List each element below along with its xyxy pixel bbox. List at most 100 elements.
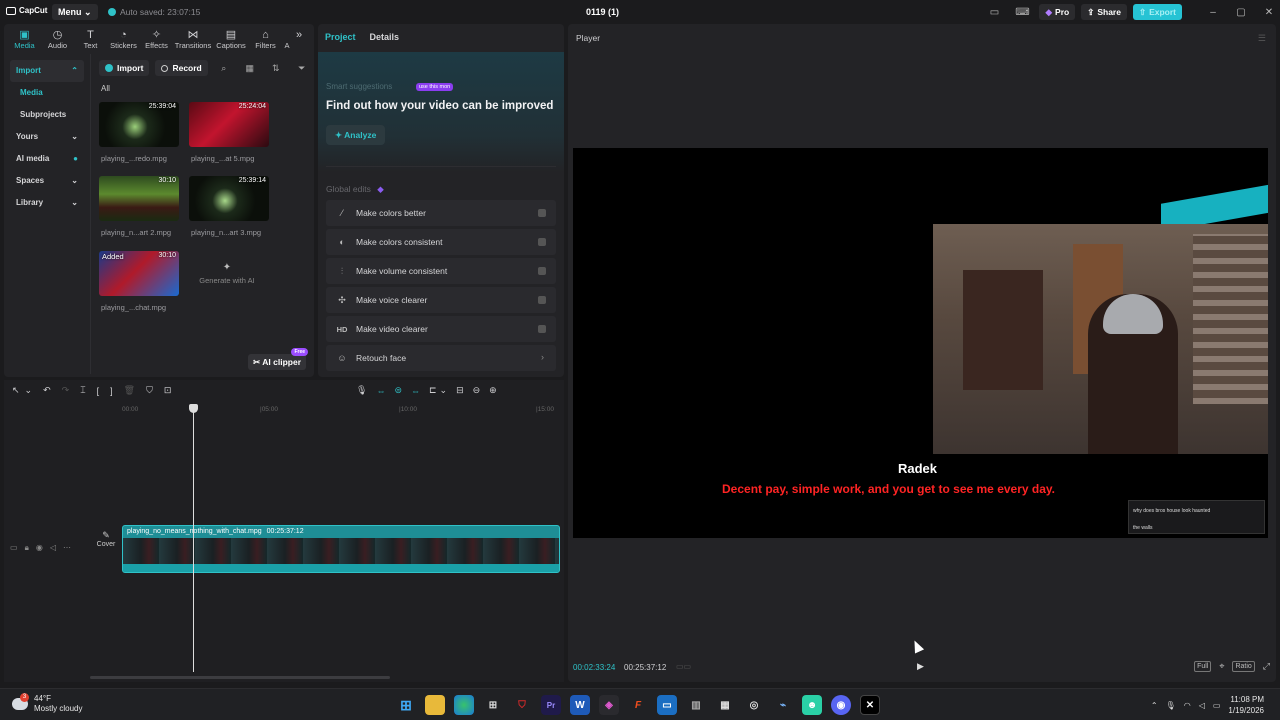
eye-icon[interactable]: ◉ (36, 543, 43, 553)
full-button[interactable]: Full (1194, 661, 1212, 672)
maximize-icon[interactable]: ▢ (1230, 7, 1252, 18)
trim-right-icon[interactable]: ] (110, 386, 113, 396)
cover-button[interactable]: ✎ Cover (91, 530, 121, 560)
shortcuts-icon[interactable]: ⌨ (1011, 7, 1033, 18)
chevron-down-icon[interactable]: ⌄ (25, 385, 33, 396)
edit-retouch-face[interactable]: ☺ Retouch face › (326, 345, 556, 371)
store-icon[interactable]: ⊞ (483, 695, 503, 715)
video-clip[interactable]: playing_no_means_nothing_with_chat.mpg 0… (122, 525, 560, 573)
edit-make-colors-better[interactable]: ⁄ Make colors better (326, 200, 556, 226)
tab-audio[interactable]: ◷ Audio (41, 26, 74, 50)
premiere-pro-icon[interactable]: Pr (541, 695, 561, 715)
record-button[interactable]: Record (155, 60, 208, 76)
sidebar-item-subprojects[interactable]: Subprojects (10, 104, 84, 126)
trim-left-icon[interactable]: [ (97, 386, 100, 396)
speaker-icon[interactable]: ◁ (50, 543, 56, 553)
layout-icon[interactable]: ▭ (983, 7, 1005, 18)
zoom-out-icon[interactable]: ⊖ (473, 385, 481, 396)
chevron-down-icon[interactable]: ⌄ (440, 385, 448, 396)
sort-icon[interactable]: ⇅ (266, 63, 286, 74)
expand-tools-button[interactable]: » (292, 26, 306, 50)
pro-button[interactable]: ◆ Pro (1039, 4, 1076, 20)
edit-make-colors-consistent[interactable]: ◐ Make colors consistent (326, 229, 556, 255)
tab-transitions[interactable]: ⋈ Transitions (173, 26, 213, 50)
analyze-button[interactable]: ✦ Analyze (326, 125, 386, 145)
fullscreen-icon[interactable]: ⤢ (1263, 661, 1270, 672)
sidebar-item-import[interactable]: Import ⌃ (10, 60, 84, 82)
media-thumbnail-1[interactable]: 25:39:04 (99, 102, 179, 147)
playhead-handle[interactable] (189, 404, 198, 413)
minimize-icon[interactable]: – (1202, 7, 1224, 18)
undo-icon[interactable]: ↶ (43, 385, 51, 396)
media-thumbnail-2[interactable]: 25:24:04 (189, 102, 269, 147)
sidebar-item-library[interactable]: Library ⌄ (10, 192, 84, 214)
snap-icon[interactable]: ⊏ (429, 385, 437, 396)
sidebar-item-spaces[interactable]: Spaces ⌄ (10, 170, 84, 192)
playhead[interactable] (189, 404, 198, 672)
volume-icon[interactable]: ◁ (1199, 701, 1205, 710)
split-icon[interactable]: ⌶ (80, 385, 85, 396)
weather-widget[interactable]: 3 44°F Mostly cloudy (12, 693, 82, 714)
timecode-toggle-icon[interactable]: ▭▭ (676, 662, 691, 671)
timeline-ruler[interactable]: 00:00 |05:00 |10:00 |15:00 (122, 404, 562, 416)
toggle-checkbox[interactable] (538, 296, 546, 304)
battery-icon[interactable]: ▭ (1213, 701, 1221, 710)
edge-browser-icon[interactable] (454, 695, 474, 715)
edit-make-volume-consistent[interactable]: ⫶ Make volume consistent (326, 258, 556, 284)
filter-icon[interactable]: ⏷ (292, 63, 312, 74)
magnet-icon[interactable]: ⊜ (394, 385, 402, 396)
wifi-icon[interactable]: ◠ (1184, 701, 1191, 710)
figma-icon[interactable]: F (628, 695, 648, 715)
chat-app-icon[interactable]: ☻ (802, 695, 822, 715)
tab-filters[interactable]: ⌂ Filters (249, 26, 282, 51)
discord-icon[interactable]: ◉ (831, 695, 851, 715)
microphone-icon[interactable]: 🎙 (1166, 701, 1176, 710)
import-button[interactable]: Import (99, 60, 150, 76)
davinci-icon[interactable]: ◈ (599, 695, 619, 715)
capcut-taskbar-icon[interactable]: ✕ (860, 695, 880, 715)
toggle-checkbox[interactable] (538, 325, 546, 333)
clock[interactable]: 11:08 PM 1/19/2026 (1228, 694, 1264, 716)
delete-icon[interactable]: 🗑 (124, 385, 135, 396)
tab-captions[interactable]: ▤ Captions (213, 26, 249, 50)
generate-with-ai-button[interactable]: ✦ Generate with AI (187, 262, 267, 307)
tab-text[interactable]: T Text (74, 26, 107, 51)
filter-all-label[interactable]: All (101, 84, 110, 93)
zoom-in-icon[interactable]: ⊕ (489, 385, 497, 396)
media-thumbnail-4[interactable]: 25:39:14 (189, 176, 269, 221)
obs-icon[interactable]: ◎ (744, 695, 764, 715)
media-thumbnail-5[interactable]: Added 30:10 (99, 251, 179, 296)
microphone-icon[interactable]: 🎙 (356, 385, 367, 396)
play-button[interactable]: ▶ (917, 661, 924, 672)
edit-make-voice-clearer[interactable]: ✣ Make voice clearer (326, 287, 556, 313)
ai-clipper-button[interactable]: ✂ AI clipper Free (248, 348, 308, 370)
lock-icon[interactable]: 🔒︎ (25, 543, 29, 553)
fit-icon[interactable]: ⊟ (456, 385, 464, 396)
share-button[interactable]: ⇪ Share (1081, 4, 1127, 20)
word-icon[interactable]: W (570, 695, 590, 715)
export-button[interactable]: ⇧ Export (1132, 4, 1182, 20)
search-icon[interactable]: ⌕ (214, 63, 234, 74)
tab-effects[interactable]: ✧ Effects (140, 26, 173, 50)
select-tool-icon[interactable]: ↖ (12, 385, 20, 396)
project-title[interactable]: 0119 (1) (586, 7, 619, 17)
tab-project[interactable]: Project (325, 32, 356, 42)
crop-icon[interactable]: ⊡ (164, 385, 172, 396)
grid-view-icon[interactable]: ▦ (240, 63, 260, 74)
tab-media[interactable]: ▣ Media (8, 26, 41, 50)
toggle-checkbox[interactable] (538, 209, 546, 217)
player-menu-icon[interactable]: ☰ (1258, 33, 1266, 44)
tab-more[interactable]: A (282, 26, 292, 50)
tab-details[interactable]: Details (370, 32, 400, 42)
close-icon[interactable]: ✕ (1258, 7, 1280, 18)
link-icon[interactable]: ⇔ (376, 386, 385, 396)
edit-make-video-clearer[interactable]: HD Make video clearer (326, 316, 556, 342)
shield-icon[interactable]: ⛉ (146, 385, 153, 396)
preview-axis-icon[interactable]: ⇔ (411, 386, 420, 396)
sidebar-item-ai-media[interactable]: AI media ● (10, 148, 84, 170)
widget-app-icon[interactable]: ▥ (686, 695, 706, 715)
steam-icon[interactable]: ⌁ (773, 695, 793, 715)
sidebar-item-media[interactable]: Media (10, 82, 84, 104)
toggle-checkbox[interactable] (538, 267, 546, 275)
toggle-checkbox[interactable] (538, 238, 546, 246)
